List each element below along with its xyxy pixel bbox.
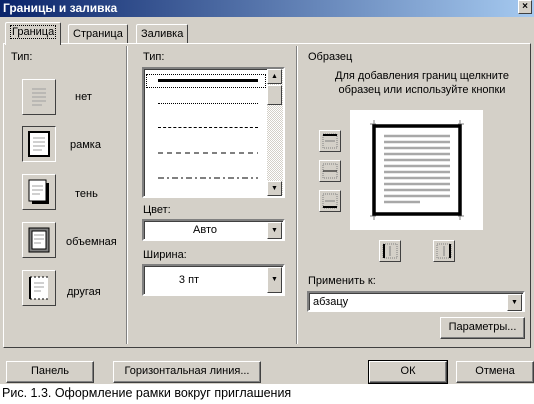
setting-none-icon [32, 88, 46, 106]
setting-none-label[interactable]: нет [75, 91, 92, 103]
style-list[interactable]: ▲ ▼ [142, 67, 285, 198]
cancel-button[interactable]: Отмена [456, 361, 534, 383]
tab-page-border[interactable]: Страница [68, 24, 128, 44]
horizontal-line-button[interactable]: Горизонтальная линия... [113, 361, 261, 383]
color-value: Авто [193, 224, 217, 236]
ok-button[interactable]: ОК [368, 360, 448, 384]
separator-left [126, 46, 128, 344]
preview-label: Образец [308, 51, 353, 63]
width-value: 3 пт [178, 274, 200, 286]
setting-box-icon [28, 131, 50, 157]
apply-to-label: Применить к: [308, 275, 376, 287]
scroll-thumb[interactable] [267, 85, 282, 105]
title-bar: Границы и заливка × [0, 0, 534, 17]
setting-shadow-label[interactable]: тень [75, 188, 98, 200]
preview-hint: Для добавления границ щелкните образец и… [335, 70, 509, 96]
bottom-border-button[interactable] [319, 190, 341, 212]
left-border-icon [382, 243, 398, 259]
toolbar-button[interactable]: Панель [6, 361, 94, 383]
tab-borders-label: Граница [12, 26, 55, 38]
style-item-solid[interactable] [146, 74, 266, 88]
left-border-button[interactable] [379, 240, 401, 262]
style-item-dotted[interactable] [146, 97, 266, 111]
setting-box-button[interactable] [22, 126, 56, 162]
apply-to-value: абзацу [313, 296, 349, 308]
setting-box-label[interactable]: рамка [70, 139, 101, 151]
style-item-small-dash[interactable] [146, 121, 266, 135]
top-border-icon [322, 133, 338, 149]
setting-custom-label[interactable]: другая [67, 286, 101, 298]
apply-to-combo[interactable]: абзацу ▼ [307, 291, 525, 312]
chevron-down-icon[interactable]: ▼ [507, 294, 522, 311]
borders-and-shading-dialog: Границы и заливка × Граница Страница Зал… [0, 0, 534, 384]
inside-horizontal-border-button[interactable] [319, 160, 341, 182]
right-border-icon [436, 243, 452, 259]
chevron-down-icon[interactable]: ▼ [267, 267, 282, 293]
tab-page-border-label: Страница [73, 28, 123, 40]
close-icon[interactable]: × [518, 0, 532, 14]
scroll-down-icon[interactable]: ▼ [267, 181, 282, 196]
style-label: Тип: [143, 51, 165, 63]
setting-3d-label[interactable]: объемная [66, 236, 117, 248]
setting-shadow-icon [28, 179, 49, 204]
setting-3d-button[interactable] [22, 222, 56, 258]
chevron-down-icon[interactable]: ▼ [267, 222, 282, 239]
bottom-border-icon [322, 193, 338, 209]
style-item-dash[interactable] [146, 147, 266, 161]
preview-page-icon [370, 120, 464, 220]
options-button[interactable]: Параметры... [440, 317, 525, 339]
top-border-button[interactable] [319, 130, 341, 152]
setting-shadow-button[interactable] [22, 174, 56, 210]
figure-caption: Рис. 1.3. Оформление рамки вокруг пригла… [2, 386, 292, 400]
setting-3d-icon [28, 227, 50, 253]
color-label: Цвет: [143, 204, 171, 216]
tab-shading[interactable]: Заливка [136, 24, 189, 44]
style-item-dash-dot[interactable] [146, 172, 266, 186]
right-border-button[interactable] [433, 240, 455, 262]
setting-none-button[interactable] [22, 79, 56, 115]
setting-custom-icon [29, 276, 48, 300]
tab-shading-label: Заливка [141, 28, 184, 40]
color-combo[interactable]: Авто ▼ [142, 219, 285, 241]
style-scrollbar[interactable]: ▲ ▼ [267, 69, 283, 196]
setting-custom-button[interactable] [22, 270, 56, 306]
preview-area[interactable] [350, 110, 483, 230]
inside-horizontal-border-icon [322, 163, 338, 179]
scroll-up-icon[interactable]: ▲ [267, 69, 282, 84]
window-title: Границы и заливка [3, 1, 118, 15]
width-label: Ширина: [143, 249, 187, 261]
width-combo[interactable]: 3 пт ▼ [142, 264, 285, 296]
separator-right [296, 46, 298, 344]
tab-borders[interactable]: Граница [5, 22, 62, 45]
setting-label: Тип: [11, 51, 33, 63]
